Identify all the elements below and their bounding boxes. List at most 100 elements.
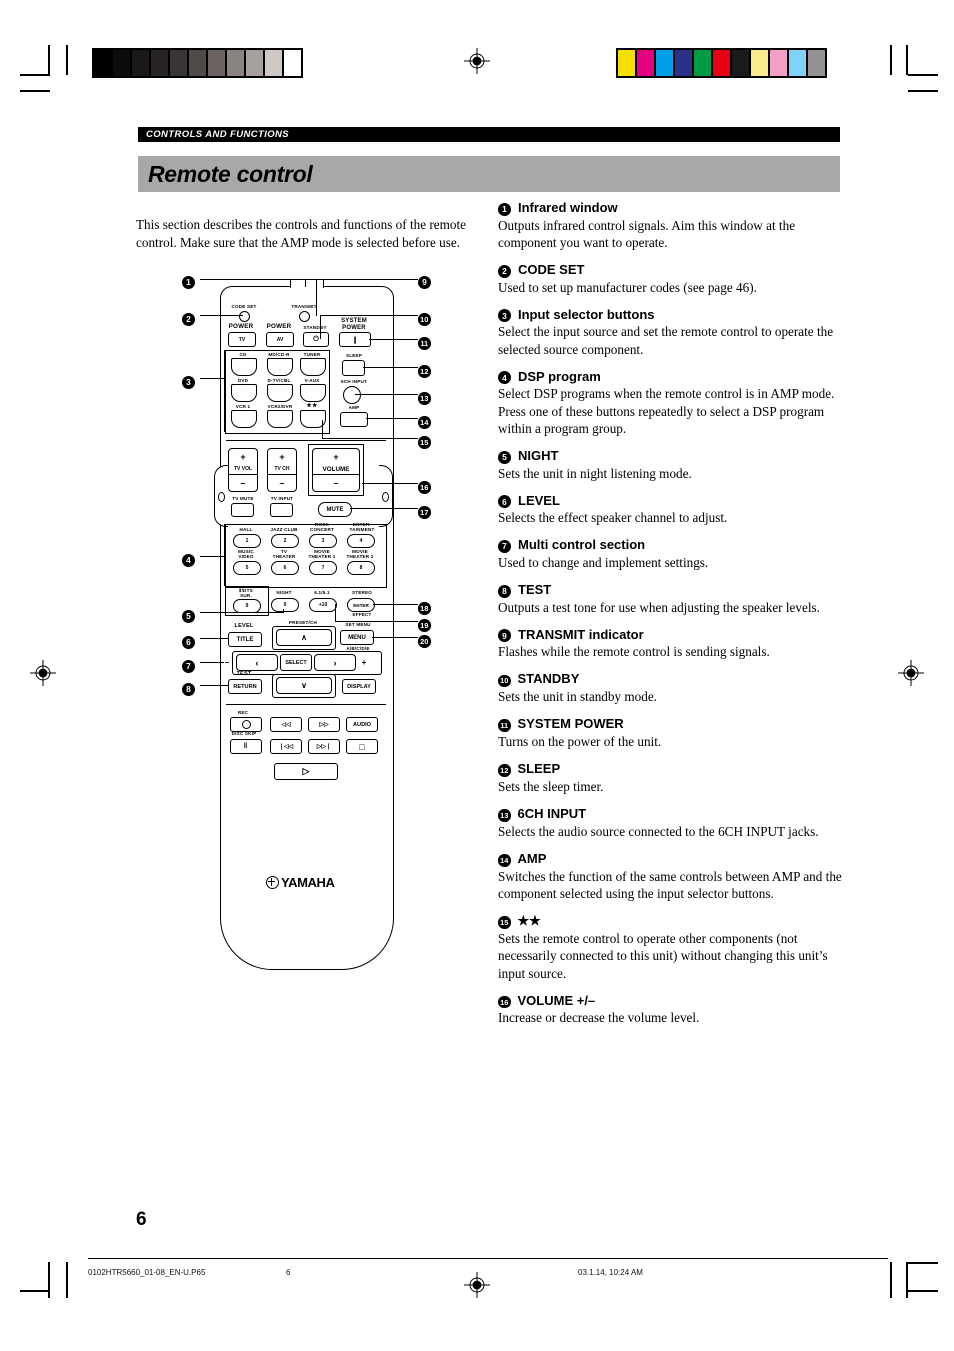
leader-line-10 [320, 315, 418, 316]
mute-button[interactable]: MUTE [318, 502, 352, 517]
left-button[interactable]: ‹ [236, 654, 278, 671]
preset-ch-label: PRESET/CH [288, 620, 318, 625]
registration-mark-right [898, 660, 924, 686]
intro-paragraph: This section describes the controls and … [136, 217, 466, 250]
callout-badge-11: 11 [498, 719, 511, 732]
dsp-hall-button[interactable]: 1 [233, 534, 261, 548]
input-vaux-label: V-AUX [304, 378, 320, 383]
callout-badge-10: 10 [498, 674, 511, 688]
six-one-five-one-button[interactable]: +10 [309, 598, 337, 612]
callout-entry-number-4: 4 [498, 369, 511, 385]
remote-control-illustration: CODE SET TRANSMIT POWER TV POWER AV STAN… [170, 268, 470, 978]
rewind-button[interactable]: ◁◁ [270, 717, 302, 732]
sleep-label: SLEEP [345, 353, 363, 358]
callout-4: 4 [182, 550, 195, 568]
preset-up-button[interactable]: ∧ [276, 629, 332, 646]
callout-entry-body-16: Increase or decrease the volume level. [498, 1010, 700, 1026]
leader-line-5 [200, 612, 284, 613]
amp-label: AMP [348, 405, 360, 410]
standby-button[interactable]: ⏻ [303, 332, 329, 347]
registration-mark-top [464, 48, 490, 74]
menu-button[interactable]: MENU [340, 630, 374, 645]
callout-entry-body-10: Sets the unit in standby mode. [498, 689, 657, 705]
dsp-tv-theater-button[interactable]: 6 [271, 561, 299, 575]
callout-entry-body-14: Switches the function of the same contro… [498, 868, 842, 901]
dsp-jazz-button[interactable]: 2 [271, 534, 299, 548]
dsp-movie-theater-1-button[interactable]: 7 [309, 561, 337, 575]
night-button[interactable]: 0 [271, 598, 299, 612]
callout-entry-label-10: STANDBY [517, 671, 580, 687]
next-button[interactable]: ▷▷❘ [308, 739, 340, 754]
preset-down-button[interactable]: ∨ [276, 677, 332, 694]
callout-entry-title-13: 13 6CH INPUT [498, 806, 842, 822]
right-button[interactable]: › [314, 654, 356, 671]
six-ch-input-button[interactable] [343, 386, 361, 404]
enter-button[interactable]: ENTER [347, 598, 375, 612]
leader-vert-3 [224, 350, 225, 432]
input-dtvcbl-button[interactable] [267, 384, 293, 402]
input-vcr1-button[interactable] [231, 410, 257, 428]
infrared-window [290, 280, 324, 288]
color-swatch-5 [713, 50, 730, 76]
code-set-label: CODE SET [231, 304, 257, 309]
print-footer: 0102HTR5660_01-08_EN-U.P65 6 03.1.14, 10… [88, 1268, 878, 1282]
sleep-button[interactable] [342, 360, 365, 376]
amp-button[interactable] [340, 412, 368, 427]
play-button[interactable]: ▷ [274, 763, 338, 780]
leader-line-4 [200, 556, 225, 557]
leader-vert-10 [320, 315, 321, 339]
input-tuner-button[interactable] [300, 358, 326, 376]
pause-button[interactable]: ‖ [230, 739, 262, 754]
grayscale-swatch-5 [189, 50, 206, 76]
page-title: Remote control [148, 161, 313, 187]
dsp-movie-theater-2-button[interactable]: 8 [347, 561, 375, 575]
audio-button[interactable]: AUDIO [346, 717, 378, 732]
power-av-label: POWER [266, 323, 292, 330]
six-one-five-one-label: 6.1/5.1 [314, 590, 330, 595]
fast-forward-button[interactable]: ▷▷ [308, 717, 340, 732]
callout-entry-number-13: 13 [498, 806, 511, 822]
input-mdcdr-button[interactable] [267, 358, 293, 376]
dsp-music-video-button[interactable]: 5 [233, 561, 261, 575]
power-tv-button[interactable]: TV [228, 332, 256, 347]
system-power-button[interactable]: ❙ [339, 332, 371, 347]
stop-button[interactable]: □ [346, 739, 378, 754]
callout-entry-16: 16 VOLUME +/– Increase or decrease the vol… [498, 993, 842, 1027]
return-button[interactable]: RETURN [228, 679, 262, 694]
input-dvd-button[interactable] [231, 384, 257, 402]
tv-vol-minus[interactable]: – [228, 474, 258, 492]
leader-line-11 [369, 339, 418, 340]
dsp-entertainment-button[interactable]: 4 [347, 534, 375, 548]
callout-entry-body-12: Sets the sleep timer. [498, 778, 604, 794]
callout-badge-7: 7 [498, 539, 511, 553]
leader-line-8 [200, 685, 228, 686]
select-button[interactable]: SELECT [280, 654, 312, 671]
previous-button[interactable]: ❘◁◁ [270, 739, 302, 754]
display-button[interactable]: DISPLAY [342, 679, 376, 694]
crop-mark-top-right-v2 [906, 45, 908, 75]
dsp-rock-button[interactable]: 3 [309, 534, 337, 548]
leader-vert-9 [316, 279, 317, 316]
callout-entry-number-14: 14 [498, 851, 511, 867]
volume-minus[interactable]: – [312, 474, 360, 492]
input-vaux-button[interactable] [300, 384, 326, 402]
leader-line-14 [366, 418, 418, 419]
disc-skip-label: DISC SKIP [231, 731, 257, 736]
callout-7: 7 [182, 656, 195, 674]
callout-9: 9 [418, 272, 431, 290]
callout-entry-title-7: 7 Multi control section [498, 537, 842, 553]
callout-entry-14: 14 AMP Switches the function of the same c… [498, 851, 842, 903]
footer-filename: 0102HTR5660_01-08_EN-U.P65 [88, 1268, 206, 1277]
callout-entry-number-12: 12 [498, 761, 511, 777]
power-av-button[interactable]: AV [266, 332, 294, 347]
rec-button[interactable] [230, 717, 262, 732]
tv-ch-minus[interactable]: – [267, 474, 297, 492]
input-cd-button[interactable] [231, 358, 257, 376]
callout-5: 5 [182, 606, 195, 624]
dolby-dts-sur-button[interactable]: 9 [233, 599, 261, 613]
dsp-jazz-label: JAZZ CLUB [270, 527, 298, 532]
input-vcr2dvr-button[interactable] [267, 410, 293, 428]
tv-mute-button[interactable] [231, 503, 254, 517]
tv-input-button[interactable] [270, 503, 293, 517]
title-button[interactable]: TITLE [228, 632, 262, 647]
